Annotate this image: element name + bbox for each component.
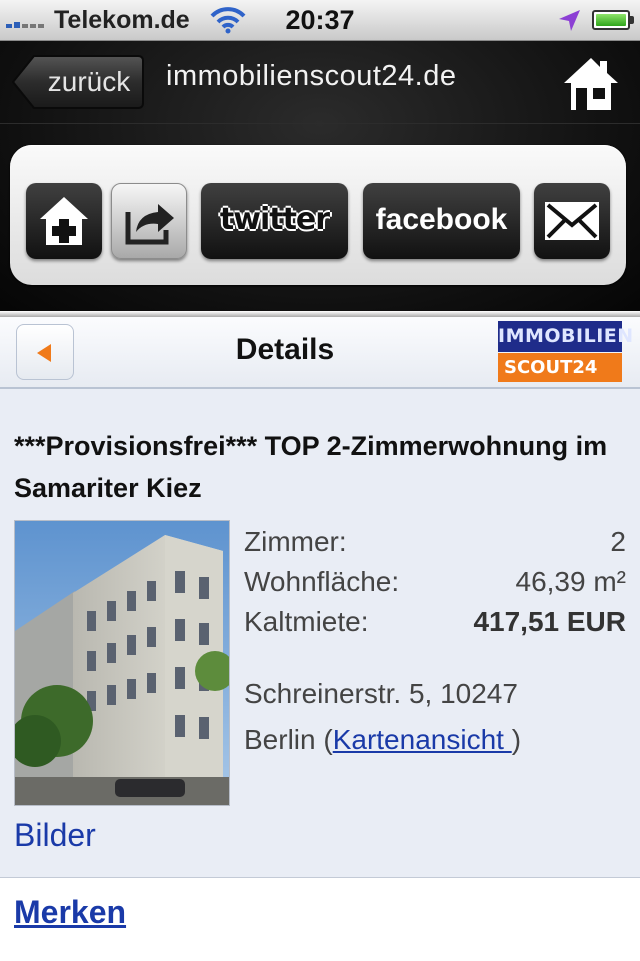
twitter-button[interactable]: twitter (201, 183, 348, 259)
share-button[interactable] (111, 183, 187, 259)
fact-cold-rent: Kaltmiete: 417,51 EUR (244, 602, 626, 642)
email-button[interactable] (534, 183, 610, 259)
fact-living-area: Wohnfläche: 46,39 m² (244, 562, 626, 602)
location-arrow-icon (559, 10, 580, 31)
fact-value: 417,51 EUR (473, 606, 626, 637)
images-link[interactable]: Bilder (14, 817, 96, 854)
listing-details: ***Provisionsfrei*** TOP 2-Zimmerwohnung… (0, 389, 640, 879)
save-listing-link[interactable]: Merken (14, 894, 126, 931)
back-button-label: zurück (47, 66, 131, 97)
page-title: Details (235, 333, 335, 366)
fact-value: 2 (610, 526, 626, 557)
fact-label: Kaltmiete: (244, 606, 369, 637)
map-view-link[interactable]: Kartenansicht (333, 724, 512, 755)
listing-facts: Zimmer: 2 Wohnfläche: 46,39 m² Kaltmiete… (244, 522, 626, 642)
fact-label: Zimmer: (244, 526, 347, 557)
logo-bottom-text: SCOUT24 (498, 353, 622, 382)
twitter-label: twitter (219, 202, 330, 237)
listing-photo[interactable] (14, 520, 230, 806)
page-header: Details IMMOBILIEN SCOUT24 (0, 317, 640, 389)
site-title: immobilienscout24.de (166, 60, 457, 92)
fact-value: 46,39 m² (515, 566, 627, 597)
app-chrome: zurück immobilienscout24.de twitter face… (0, 41, 640, 317)
immobilienscout24-logo[interactable]: IMMOBILIEN SCOUT24 (498, 321, 633, 382)
clock: 20:37 (285, 5, 355, 35)
status-bar: Telekom.de 20:37 (0, 0, 640, 41)
add-bookmark-button[interactable] (26, 183, 102, 259)
listing-address: Schreinerstr. 5, 10247 Berlin (Kartenans… (244, 671, 521, 763)
fact-label: Wohnfläche: (244, 566, 400, 597)
mail-icon (545, 202, 599, 240)
save-bar: Merken (0, 877, 640, 961)
address-city-line: Berlin (Kartenansicht ) (244, 717, 521, 763)
address-paren-close: ) (511, 724, 522, 755)
back-button[interactable]: zurück (12, 54, 144, 110)
battery-icon (592, 10, 634, 30)
fact-rooms: Zimmer: 2 (244, 522, 626, 562)
address-street: Schreinerstr. 5, 10247 (244, 678, 518, 709)
facebook-button[interactable]: facebook (363, 183, 520, 259)
facebook-label: facebook (375, 203, 508, 236)
listing-title: ***Provisionsfrei*** TOP 2-Zimmerwohnung… (14, 431, 608, 503)
address-city: Berlin ( (244, 724, 333, 755)
logo-top-text: IMMOBILIEN (498, 321, 633, 352)
add-bookmark-icon (40, 197, 88, 245)
share-arrow-icon (125, 204, 174, 245)
home-icon[interactable] (562, 55, 620, 113)
navigation-bar: zurück immobilienscout24.de (0, 41, 640, 124)
share-toolbar: twitter facebook (10, 145, 626, 285)
